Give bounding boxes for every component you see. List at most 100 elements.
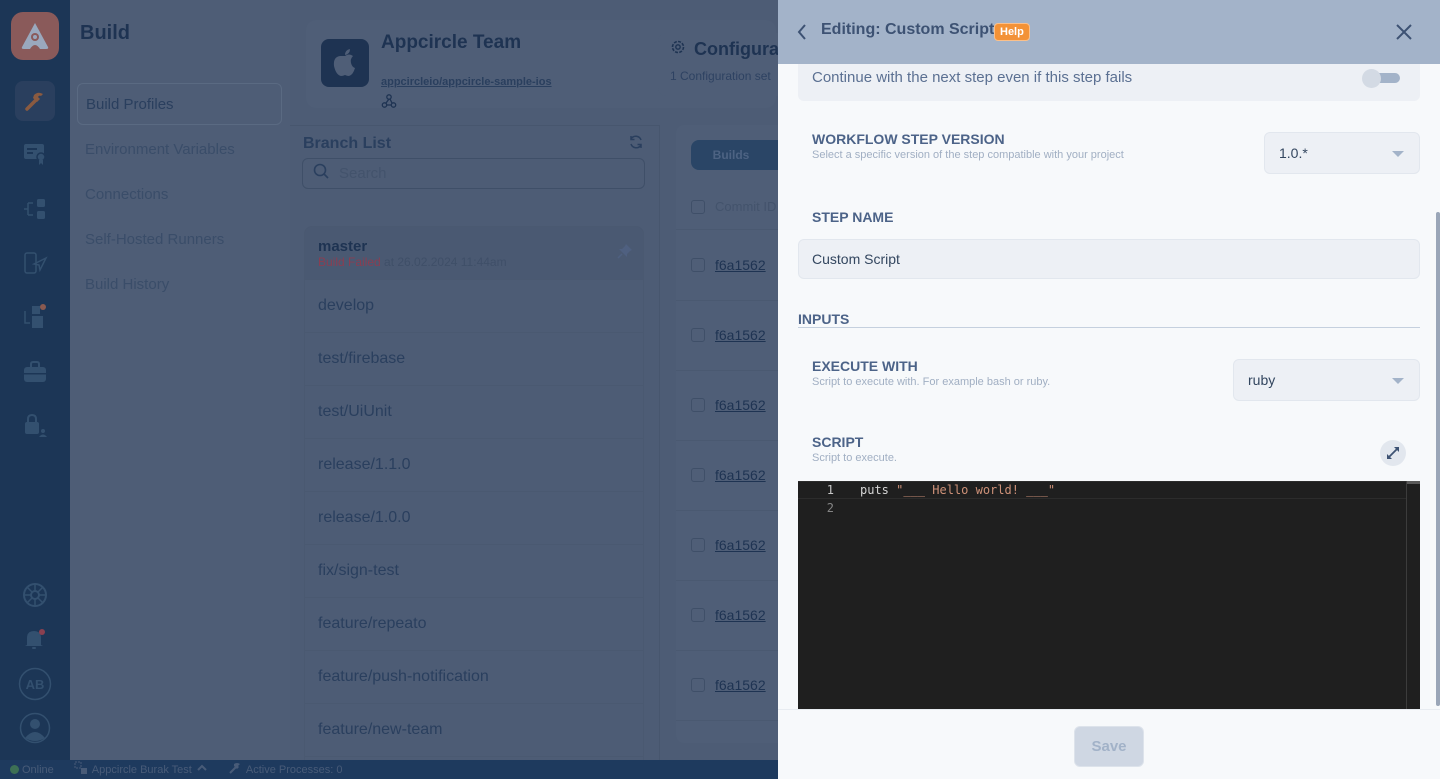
branch-item[interactable]: feature/push-notification: [305, 651, 643, 704]
branch-search[interactable]: [302, 158, 645, 189]
panel-scrollbar[interactable]: [1436, 212, 1440, 706]
enterprise-store-icon[interactable]: [15, 352, 55, 392]
script-help: Script to execute.: [812, 452, 897, 464]
branch-item[interactable]: fix/sign-test: [305, 545, 643, 598]
script-editor[interactable]: 1 puts "___ Hello world! ___" 2: [798, 481, 1420, 709]
line-number: 1: [826, 483, 834, 497]
commit-link[interactable]: f6a1562: [715, 607, 766, 623]
row-checkbox[interactable]: [691, 258, 705, 272]
panel-body: Continue with the next step even if this…: [778, 64, 1440, 709]
help-badge[interactable]: Help: [994, 23, 1030, 41]
branch-item[interactable]: release/1.1.0: [305, 439, 643, 492]
branch-item-master[interactable]: master Build Failed at 26.02.2024 11:44a…: [305, 227, 643, 280]
webhook-icon[interactable]: [381, 93, 397, 114]
branch-item[interactable]: test/firebase: [305, 333, 643, 386]
lock-user-icon[interactable]: [15, 405, 55, 445]
configuration-card[interactable]: Configura 1 Configuration set: [658, 33, 798, 96]
version-select[interactable]: 1.0.*: [1264, 132, 1420, 174]
commit-link[interactable]: f6a1562: [715, 397, 766, 413]
panel-footer: Save: [778, 709, 1440, 779]
build-row: f6a1562: [691, 537, 766, 553]
store-submit-icon[interactable]: [15, 297, 55, 337]
row-checkbox[interactable]: [691, 468, 705, 482]
execute-with-select[interactable]: ruby: [1233, 359, 1420, 401]
branch-item[interactable]: release/1.0.0: [305, 492, 643, 545]
avatar-initials[interactable]: AB: [15, 664, 55, 704]
build-timestamp: at 26.02.2024 11:44am: [380, 254, 507, 269]
execute-with-value: ruby: [1248, 372, 1276, 388]
editor-line: 1 puts "___ Hello world! ___": [798, 481, 1406, 499]
step-name-input[interactable]: [798, 239, 1420, 279]
back-chevron-icon[interactable]: [796, 22, 808, 47]
signing-certificate-icon[interactable]: [15, 134, 55, 174]
commit-link[interactable]: f6a1562: [715, 537, 766, 553]
branch-name: feature/push-notification: [318, 668, 489, 685]
branch-search-input[interactable]: [339, 165, 619, 182]
inputs-heading: INPUTS: [798, 311, 1420, 328]
subnav-item-build-profiles[interactable]: Build Profiles: [77, 83, 282, 125]
close-icon[interactable]: [1394, 22, 1414, 47]
commit-link[interactable]: f6a1562: [715, 677, 766, 693]
build-failed-label: Build Failed: [318, 254, 381, 269]
organization-switcher[interactable]: Appcircle Burak Test: [74, 761, 208, 778]
subnav-item-self-hosted-runners[interactable]: Self-Hosted Runners: [77, 218, 282, 260]
row-checkbox[interactable]: [691, 608, 705, 622]
branch-name: feature/repeato: [318, 615, 427, 632]
profile-icon[interactable]: [15, 708, 55, 748]
row-checkbox[interactable]: [691, 538, 705, 552]
row-checkbox[interactable]: [691, 328, 705, 342]
expand-editor-icon[interactable]: [1380, 440, 1406, 466]
branch-name: master: [318, 237, 368, 255]
branch-item[interactable]: test/UiUnit: [305, 386, 643, 439]
configuration-subtitle: 1 Configuration set: [670, 69, 771, 83]
row-checkbox[interactable]: [691, 398, 705, 412]
main-content: Appcircle Team appcircleio/appcircle-sam…: [290, 0, 801, 761]
commit-link[interactable]: f6a1562: [715, 327, 766, 343]
build-row: f6a1562: [691, 607, 766, 623]
build-subnav: Build Build Profiles Environment Variabl…: [70, 0, 290, 760]
help-lifebuoy-icon[interactable]: [15, 575, 55, 615]
subnav-item-build-history[interactable]: Build History: [77, 263, 282, 305]
script-label: SCRIPT: [812, 434, 864, 450]
hammer-icon: [228, 761, 242, 778]
branch-item[interactable]: feature/new-team: [305, 704, 643, 757]
branch-item[interactable]: develop: [305, 280, 643, 333]
notification-bell-icon[interactable]: [15, 619, 55, 659]
save-button[interactable]: Save: [1074, 726, 1144, 767]
commit-link[interactable]: f6a1562: [715, 257, 766, 273]
continue-on-fail-toggle[interactable]: [1360, 69, 1402, 88]
testing-distribution-icon[interactable]: [15, 189, 55, 229]
caret-down-icon: [1392, 151, 1404, 157]
active-processes[interactable]: Active Processes: 0: [228, 761, 343, 778]
branch-name: fix/sign-test: [318, 562, 399, 579]
repo-link[interactable]: appcircleio/appcircle-sample-ios: [381, 76, 552, 88]
continue-on-fail-label: Continue with the next step even if this…: [812, 69, 1133, 86]
build-row: f6a1562: [691, 677, 766, 693]
section-title: Build: [80, 22, 130, 44]
pin-icon[interactable]: [617, 243, 633, 264]
continue-on-fail-row: Continue with the next step even if this…: [798, 64, 1420, 101]
row-checkbox[interactable]: [691, 678, 705, 692]
refresh-icon[interactable]: [628, 134, 644, 155]
version-value: 1.0.*: [1279, 145, 1308, 161]
configuration-title: Configura: [694, 39, 779, 59]
commit-link[interactable]: f6a1562: [715, 467, 766, 483]
app-root: AB Build Build Profiles Environment Vari…: [0, 0, 1440, 779]
subnav-item-environment-variables[interactable]: Environment Variables: [77, 128, 282, 170]
branch-item[interactable]: feature/repeato: [305, 598, 643, 651]
select-all-checkbox[interactable]: [691, 199, 705, 214]
builds-panel: Builds Commit ID f6a1562 f6a1562 f6a1562…: [676, 125, 801, 743]
build-row: f6a1562: [691, 397, 766, 413]
appcircle-logo-icon[interactable]: [11, 12, 59, 60]
publish-icon[interactable]: [15, 243, 55, 283]
active-processes-label: Active Processes: 0: [245, 763, 343, 776]
branch-name: test/firebase: [318, 350, 406, 367]
editor-scrollbar-track: [1406, 481, 1407, 709]
build-hammer-icon[interactable]: [15, 81, 55, 121]
edit-step-panel: Editing: Custom Script Help Continue wit…: [778, 0, 1440, 779]
online-status: Online: [22, 763, 54, 776]
editor-scrollbar[interactable]: [1407, 481, 1420, 484]
svg-text:AB: AB: [26, 677, 45, 692]
subnav-item-connections[interactable]: Connections: [77, 173, 282, 215]
branch-name: feature/new-team: [318, 721, 443, 738]
